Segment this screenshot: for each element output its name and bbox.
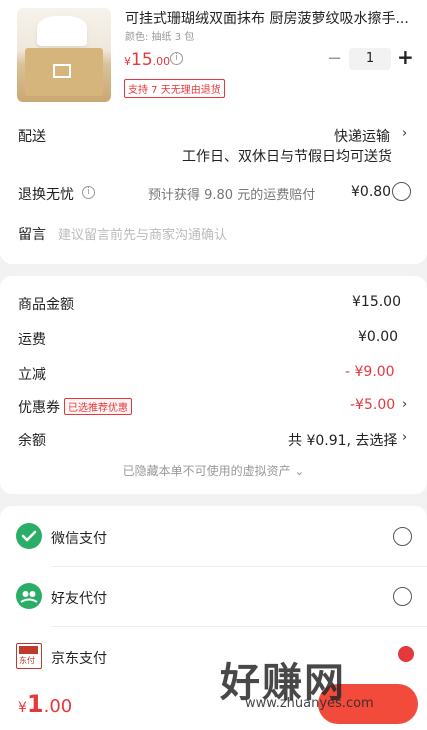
message-input[interactable]: 建议留言前先与商家沟通确认 bbox=[58, 224, 227, 243]
jd-pay-icon: 东付 bbox=[16, 643, 42, 669]
price-summary-card: 商品金额 ¥15.00 运费 ¥0.00 立减 - ¥9.00 优惠券 已选推荐… bbox=[0, 276, 427, 494]
chevron-right-icon[interactable]: › bbox=[402, 430, 407, 445]
product-price: ¥15.00 bbox=[124, 50, 171, 70]
return-policy-badge: 支持 7 天无理由退货 bbox=[124, 79, 225, 98]
shipping-value: ¥0.00 bbox=[358, 329, 399, 345]
product-spec: 颜色: 抽纸 3 包 bbox=[125, 32, 195, 43]
chevron-right-icon[interactable]: › bbox=[402, 397, 407, 412]
wechat-pay-label[interactable]: 微信支付 bbox=[51, 528, 107, 548]
divider bbox=[51, 566, 427, 567]
coupon-tag: 已选推荐优惠 bbox=[64, 398, 132, 415]
return-insurance-radio[interactable] bbox=[392, 182, 411, 201]
delivery-label: 配送 bbox=[18, 129, 46, 145]
goods-amount-value: ¥15.00 bbox=[352, 294, 401, 310]
decrease-quantity-button[interactable]: − bbox=[327, 48, 342, 69]
notification-dot bbox=[398, 646, 414, 662]
delivery-note: 工作日、双休日与节假日均可送货 bbox=[182, 149, 392, 165]
goods-amount-label: 商品金额 bbox=[18, 297, 74, 313]
info-icon[interactable]: i bbox=[170, 52, 183, 65]
hidden-assets-toggle[interactable]: 已隐藏本单不可使用的虚拟资产 ⌄ bbox=[0, 462, 427, 479]
discount-label: 立减 bbox=[18, 367, 46, 383]
shipping-label: 运费 bbox=[18, 332, 46, 348]
friend-pay-label[interactable]: 好友代付 bbox=[51, 588, 107, 608]
chevron-right-icon[interactable]: › bbox=[402, 126, 407, 141]
order-item-card: 可挂式珊瑚绒双面抹布 厨房菠萝纹吸水擦手... 颜色: 抽纸 3 包 ¥15.0… bbox=[0, 0, 427, 264]
total-price: ¥1.00 bbox=[18, 690, 73, 718]
wechat-pay-icon bbox=[16, 523, 42, 549]
product-title[interactable]: 可挂式珊瑚绒双面抹布 厨房菠萝纹吸水擦手... bbox=[125, 8, 410, 28]
watermark-url: www.zhuanyes.com bbox=[245, 696, 374, 711]
info-icon[interactable]: i bbox=[82, 186, 95, 199]
wechat-pay-radio[interactable] bbox=[393, 527, 412, 546]
return-note: 预计获得 9.80 元的运费赔付 bbox=[148, 188, 316, 203]
divider bbox=[51, 626, 427, 627]
friend-pay-icon bbox=[16, 583, 42, 609]
jd-pay-label[interactable]: 京东支付 bbox=[51, 648, 107, 668]
coupon-label: 优惠券 bbox=[18, 400, 60, 416]
product-image[interactable] bbox=[17, 8, 111, 102]
message-label: 留言 bbox=[18, 227, 46, 243]
friend-pay-radio[interactable] bbox=[393, 587, 412, 606]
balance-value[interactable]: 共 ¥0.91, 去选择 bbox=[288, 430, 397, 450]
delivery-method[interactable]: 快递运输 bbox=[334, 126, 390, 146]
return-label: 退换无忧 bbox=[18, 187, 74, 203]
balance-label: 余额 bbox=[18, 433, 46, 449]
coupon-value[interactable]: -¥5.00 bbox=[350, 397, 395, 413]
increase-quantity-button[interactable]: + bbox=[397, 45, 414, 69]
quantity-input[interactable]: 1 bbox=[349, 48, 391, 70]
discount-value: - ¥9.00 bbox=[345, 364, 395, 380]
return-price: ¥0.80 bbox=[351, 184, 392, 200]
